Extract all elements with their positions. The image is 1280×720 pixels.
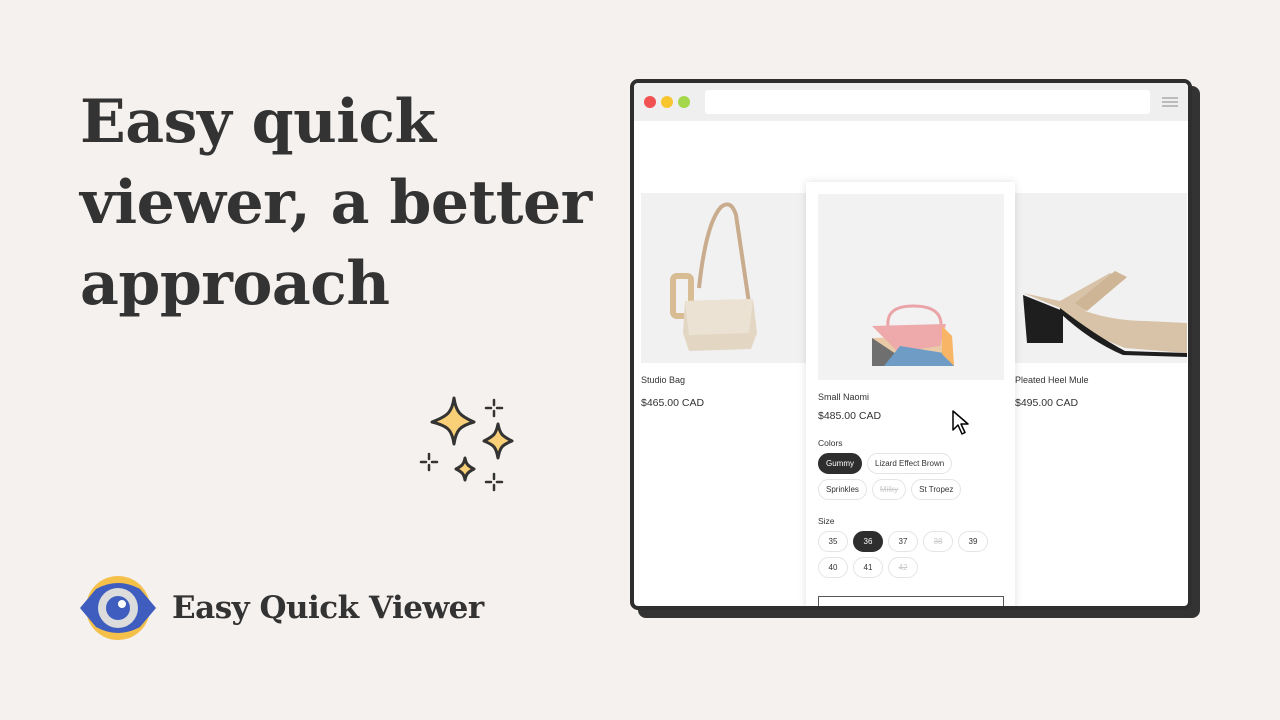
size-label: Size [818,516,835,526]
address-bar[interactable] [705,90,1150,114]
headline-line-1: Easy quick [80,87,436,157]
quick-view-product-name: Small Naomi [818,392,870,402]
headline-line-3: approach [80,249,390,319]
brand: Easy Quick Viewer [78,575,484,641]
size-option-42[interactable]: 42 [888,557,918,578]
brand-name: Easy Quick Viewer [172,590,484,626]
product-price: $465.00 CAD [641,397,705,409]
product-name[interactable]: Studio Bag [641,375,813,385]
headline: Easy quick viewer, a better approach [80,82,620,325]
color-options: Gummy Lizard Effect Brown Sprinkles Milk… [818,453,1003,500]
quick-view-panel: Small Naomi $485.00 CAD Colors Gummy Liz… [806,182,1015,606]
size-option-35[interactable]: 35 [818,531,848,552]
headline-line-2: viewer, a better [80,168,592,238]
shoulder-bag-image [670,202,757,351]
sparkles-icon [419,396,514,492]
colors-label: Colors [818,438,843,448]
mouse-cursor-icon [952,410,969,435]
color-option-sprinkles[interactable]: Sprinkles [818,479,867,500]
color-option-milky[interactable]: Milky [871,479,907,500]
hamburger-menu-icon[interactable] [1162,97,1178,107]
product-card[interactable]: Studio Bag $465.00 CAD [641,193,813,409]
browser-window: Studio Bag $465.00 CAD Pleated Heel Mule… [630,79,1192,610]
add-to-cart-button[interactable]: Add to cart [818,596,1004,606]
color-option-st-tropez[interactable]: St Tropez [911,479,962,500]
size-option-38[interactable]: 38 [923,531,953,552]
size-option-36[interactable]: 36 [853,531,883,552]
quick-view-image [818,194,1004,380]
size-option-39[interactable]: 39 [958,531,988,552]
product-image[interactable] [1015,193,1187,363]
size-option-37[interactable]: 37 [888,531,918,552]
eye-icon [80,576,156,640]
size-options: 35 36 37 38 39 40 41 42 [818,531,1003,578]
minimize-window-dot[interactable] [661,96,673,108]
color-option-lizard-effect-brown[interactable]: Lizard Effect Brown [867,453,953,474]
product-name[interactable]: Pleated Heel Mule [1015,375,1187,385]
color-option-gummy[interactable]: Gummy [818,453,862,474]
product-card[interactable]: Pleated Heel Mule $495.00 CAD [1015,193,1187,409]
product-price: $495.00 CAD [1015,397,1079,409]
close-window-dot[interactable] [644,96,656,108]
quick-view-product-price: $485.00 CAD [818,410,882,422]
small-naomi-bag-image [872,304,954,366]
size-option-41[interactable]: 41 [853,557,883,578]
size-option-40[interactable]: 40 [818,557,848,578]
browser-titlebar [634,83,1188,121]
product-image[interactable] [641,193,813,363]
heel-mule-image [1023,271,1187,357]
maximize-window-dot[interactable] [678,96,690,108]
